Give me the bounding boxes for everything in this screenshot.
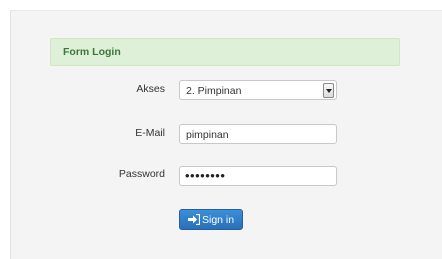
akses-selected-value: 2. Pimpinan	[186, 85, 242, 97]
password-label: Password	[118, 168, 165, 180]
password-field[interactable]: ••••••••	[179, 166, 337, 186]
email-value: pimpinan	[186, 129, 229, 141]
akses-select[interactable]: 2. Pimpinan	[179, 80, 337, 100]
password-value: ••••••••	[185, 168, 226, 183]
sign-in-label: Sign in	[202, 214, 235, 226]
chevron-down-icon[interactable]	[323, 83, 334, 98]
form-header: Form Login	[50, 38, 400, 66]
email-label: E-Mail	[135, 127, 165, 139]
sign-in-icon	[188, 214, 200, 225]
akses-label: Akses	[136, 83, 165, 95]
sign-in-button[interactable]: Sign in	[179, 209, 243, 230]
form-title: Form Login	[63, 46, 121, 58]
email-field[interactable]: pimpinan	[179, 124, 337, 144]
